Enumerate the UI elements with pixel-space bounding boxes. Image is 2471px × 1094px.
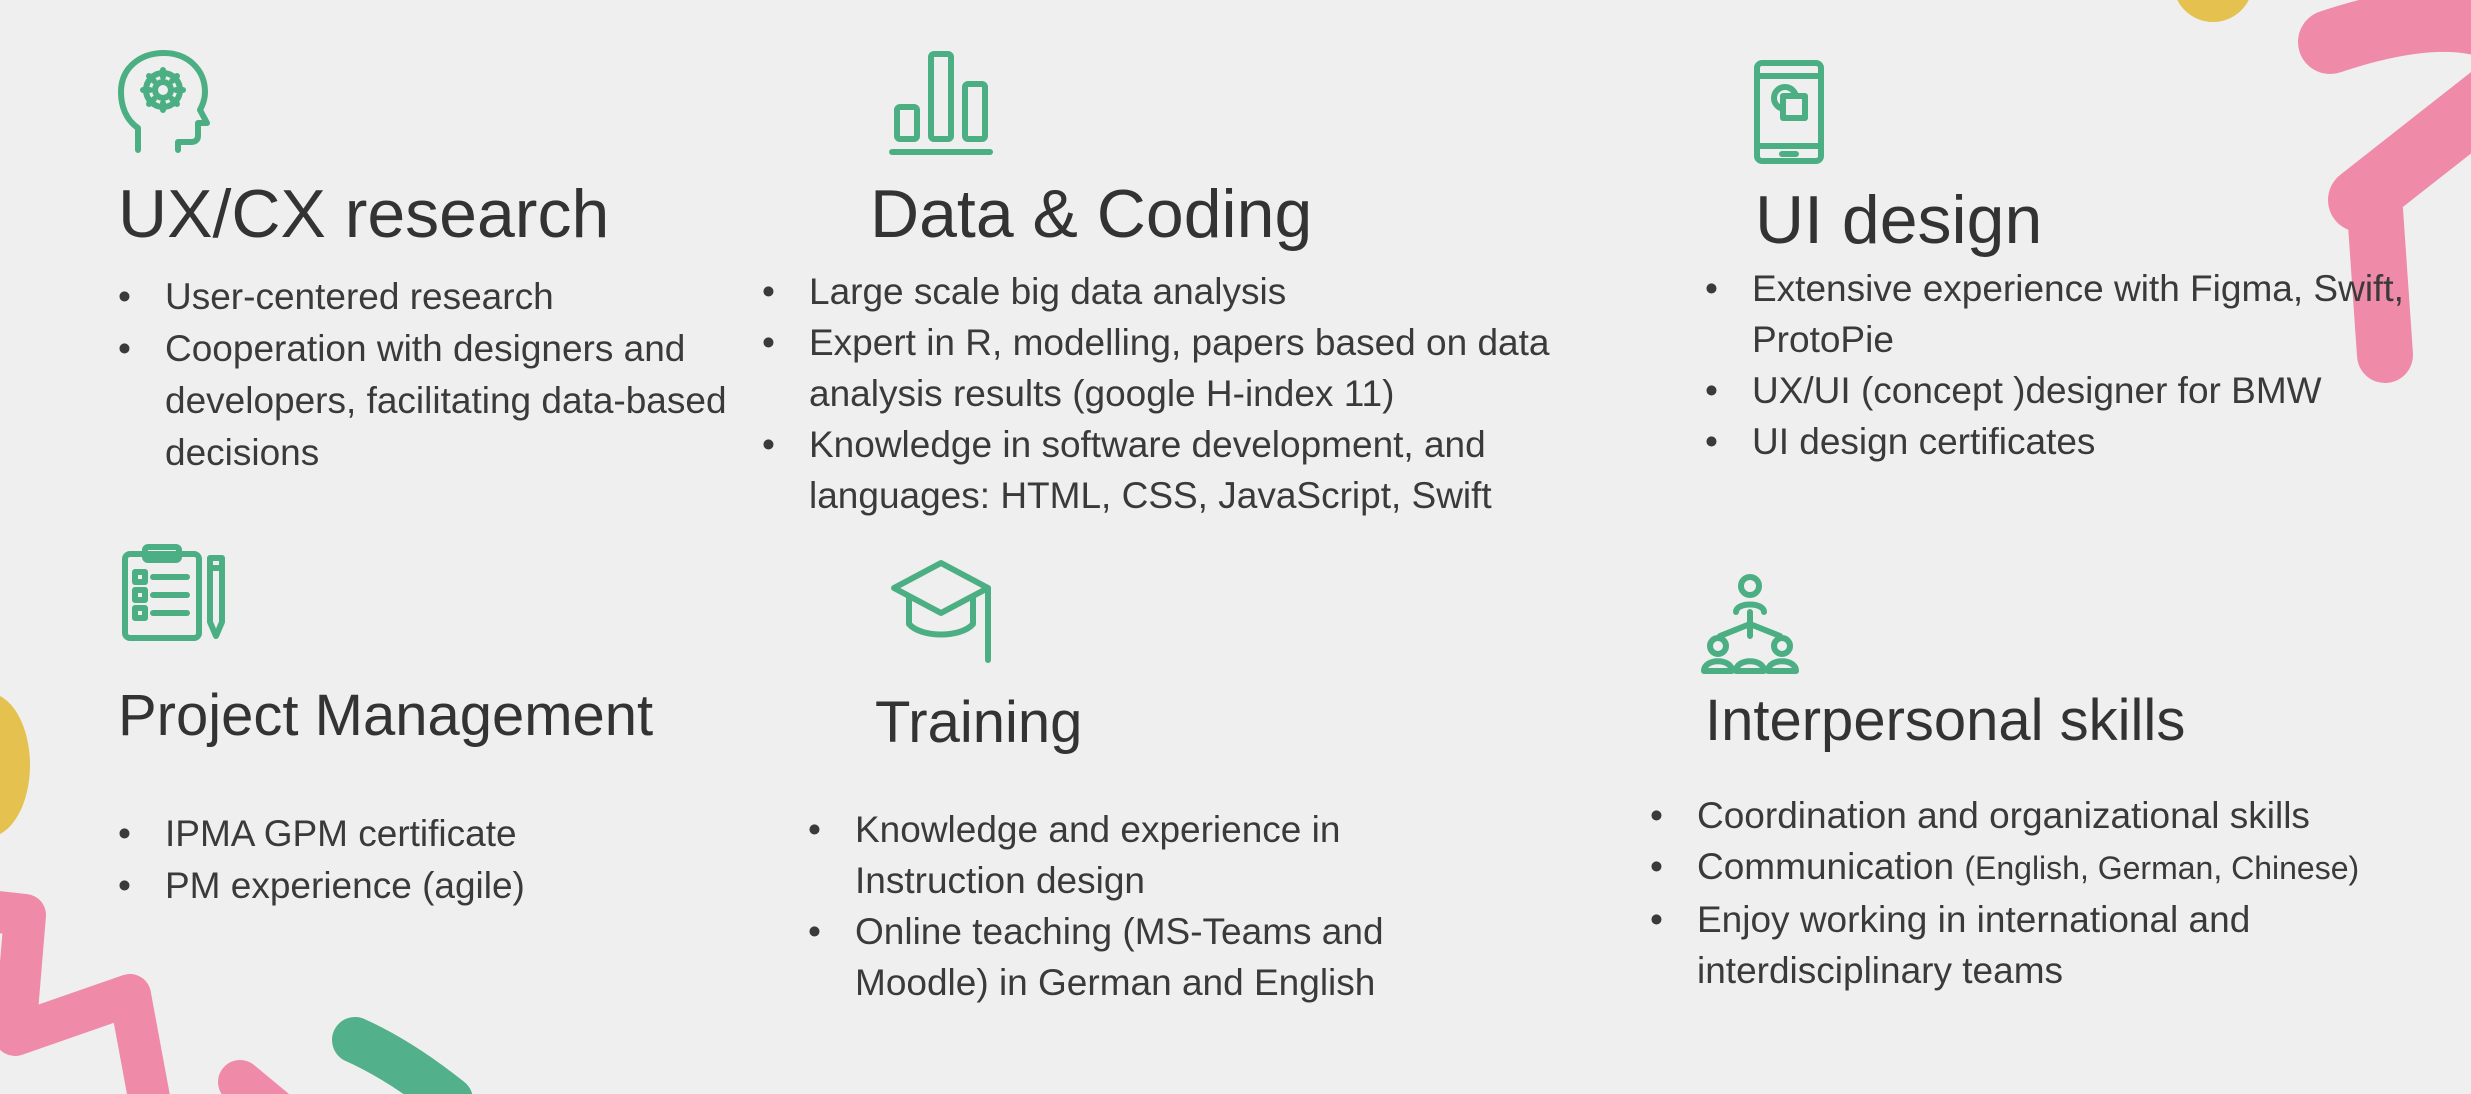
list-item: Expert in R, modelling, papers based on … — [762, 317, 1642, 419]
list-item-text: Communication — [1697, 846, 1965, 887]
graduation-cap-icon — [891, 558, 997, 664]
list-item: UI design certificates — [1705, 416, 2445, 467]
pink-zigzag-bottom-left — [0, 891, 170, 1094]
bullet-list: Coordination and organizational skills C… — [1650, 790, 2440, 996]
bullet-list: Knowledge and experience in Instruction … — [808, 804, 1428, 1008]
section-title: Interpersonal skills — [1705, 688, 2186, 753]
team-network-icon — [1700, 574, 1800, 674]
mobile-phone-icon — [1754, 60, 1824, 164]
bullet-list: IPMA GPM certificate PM experience (agil… — [118, 808, 738, 912]
section-title: UX/CX research — [118, 176, 610, 252]
pink-swoosh-top-right — [2298, 0, 2471, 74]
bullet-list: Extensive experience with Figma, Swift, … — [1705, 263, 2445, 467]
section-title: Project Management — [118, 683, 654, 748]
pink-swoosh-right-diagonal — [2328, 72, 2471, 232]
list-item: Online teaching (MS-Teams and Moodle) in… — [808, 906, 1428, 1008]
pink-swoosh-bottom — [218, 1060, 289, 1094]
list-item: Extensive experience with Figma, Swift, … — [1705, 263, 2445, 365]
list-item: Cooperation with designers and developer… — [118, 323, 730, 479]
section-title: Training — [875, 690, 1083, 755]
list-item: User-centered research — [118, 271, 730, 323]
list-item: PM experience (agile) — [118, 860, 738, 912]
section-title: Data & Coding — [870, 176, 1313, 252]
yellow-circle-top — [2177, 0, 2249, 22]
green-swoosh-bottom — [332, 1017, 473, 1094]
clipboard-checklist-icon — [121, 544, 227, 642]
section-title: UI design — [1755, 182, 2043, 258]
list-item: Communication (English, German, Chinese) — [1650, 841, 2440, 894]
head-gear-icon — [118, 50, 210, 156]
bar-chart-icon — [888, 50, 994, 156]
list-item-note: (English, German, Chinese) — [1964, 850, 2360, 886]
bullet-list: Large scale big data analysis Expert in … — [762, 266, 1642, 521]
list-item: Enjoy working in international and inter… — [1650, 894, 2440, 996]
list-item: Knowledge and experience in Instruction … — [808, 804, 1428, 906]
list-item: Coordination and organizational skills — [1650, 790, 2440, 841]
list-item: IPMA GPM certificate — [118, 808, 738, 860]
list-item: UX/UI (concept )designer for BMW — [1705, 365, 2445, 416]
list-item: Large scale big data analysis — [762, 266, 1642, 317]
bullet-list: User-centered research Cooperation with … — [118, 271, 730, 479]
list-item: Knowledge in software development, and l… — [762, 419, 1642, 521]
yellow-blob-left — [0, 696, 30, 834]
